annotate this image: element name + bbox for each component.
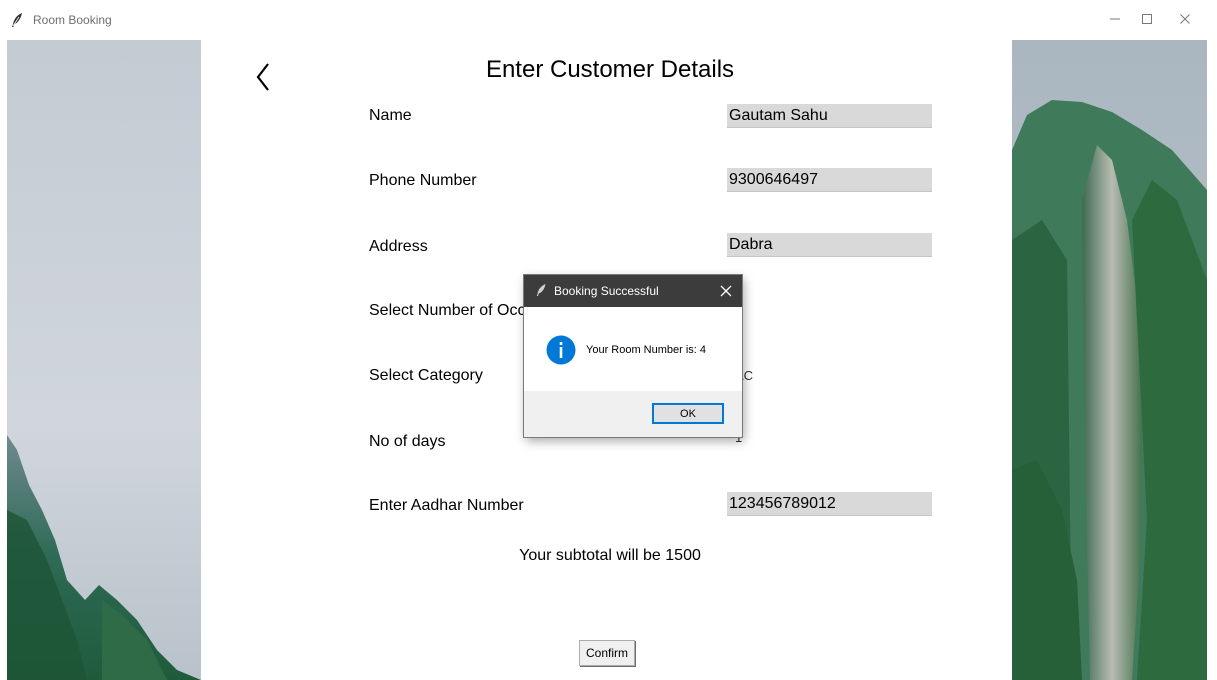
window-title: Room Booking xyxy=(33,13,112,27)
phone-label: Phone Number xyxy=(369,172,477,189)
close-icon[interactable] xyxy=(718,283,734,299)
aadhar-input[interactable]: 123456789012 xyxy=(727,492,932,516)
name-label: Name xyxy=(369,107,412,124)
confirm-button[interactable]: Confirm xyxy=(579,640,635,666)
ok-button[interactable]: OK xyxy=(652,403,724,424)
back-chevron-icon[interactable] xyxy=(252,60,274,94)
close-icon xyxy=(1180,14,1190,24)
minimize-icon xyxy=(1110,18,1120,20)
minimize-button[interactable] xyxy=(1100,8,1130,30)
close-window-button[interactable] xyxy=(1170,8,1200,30)
maximize-button[interactable] xyxy=(1132,8,1162,30)
dialog-message: Your Room Number is: 4 xyxy=(586,344,707,356)
feather-icon xyxy=(536,284,546,296)
feather-icon xyxy=(12,13,22,27)
page-title: Enter Customer Details xyxy=(485,56,735,83)
info-icon xyxy=(546,335,576,365)
days-label: No of days xyxy=(369,433,446,450)
aadhar-label: Enter Aadhar Number xyxy=(369,497,524,514)
dialog-body: Your Room Number is: 4 xyxy=(524,307,742,391)
phone-input[interactable]: 9300646497 xyxy=(727,168,932,192)
right-mountain-image xyxy=(1012,40,1207,680)
window-titlebar: Room Booking xyxy=(0,0,1217,40)
dialog-titlebar: Booking Successful xyxy=(524,275,742,307)
booking-success-dialog: Booking Successful Your Room Number is: … xyxy=(524,275,742,437)
dialog-footer: OK xyxy=(524,391,742,437)
subtotal-text: Your subtotal will be 1500 xyxy=(519,547,701,564)
address-input[interactable]: Dabra xyxy=(727,233,932,257)
address-label: Address xyxy=(369,238,428,255)
left-mountain-image xyxy=(7,40,201,680)
maximize-icon xyxy=(1142,14,1152,24)
name-input[interactable]: Gautam Sahu xyxy=(727,104,932,128)
category-label: Select Category xyxy=(369,367,483,384)
dialog-title: Booking Successful xyxy=(554,284,659,298)
